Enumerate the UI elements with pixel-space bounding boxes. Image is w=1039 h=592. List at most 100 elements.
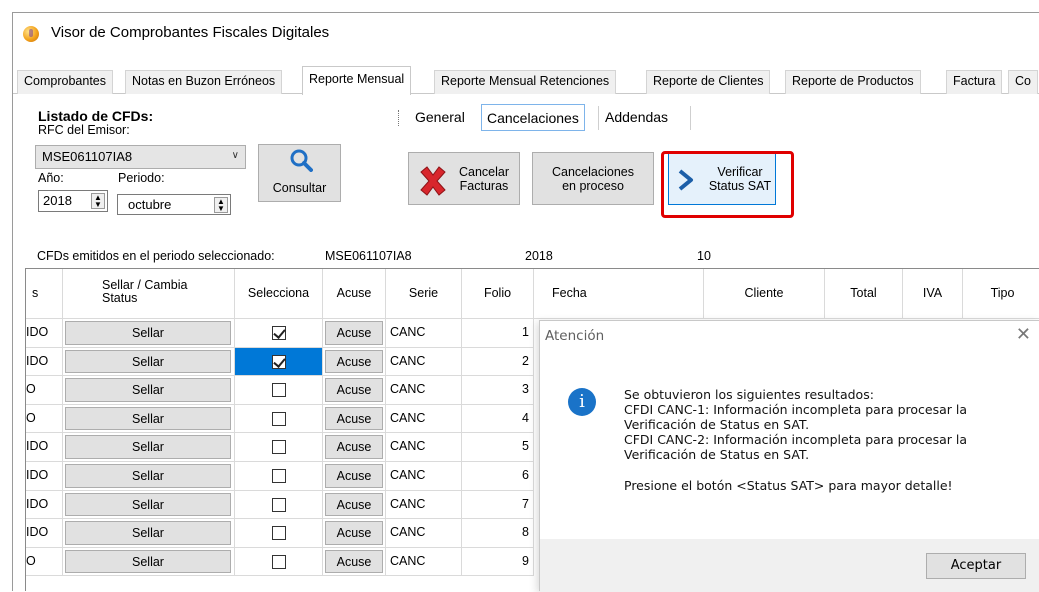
acuse-button[interactable]: Acuse	[325, 521, 383, 545]
sellar-button[interactable]: Sellar	[65, 378, 231, 402]
subtab-addendas[interactable]: Addendas	[600, 104, 673, 131]
cfd-info-label: CFDs emitidos en el periodo seleccionado…	[37, 249, 275, 263]
subtab-separator	[690, 106, 691, 130]
dialog-title: Atención	[545, 328, 605, 344]
acuse-button[interactable]: Acuse	[325, 321, 383, 345]
header-total[interactable]: Total	[825, 269, 903, 319]
acuse-button[interactable]: Acuse	[325, 406, 383, 431]
selecciona-checkbox[interactable]	[272, 383, 286, 398]
selecciona-checkbox[interactable]	[272, 526, 286, 541]
row-serie: CANC	[386, 404, 462, 434]
row-selecciona-cell	[235, 376, 323, 405]
periodo-value: octubre	[128, 197, 172, 212]
tab-reporte-mensual-retenciones[interactable]: Reporte Mensual Retenciones	[434, 70, 617, 94]
row-acuse-cell: Acuse	[323, 404, 386, 434]
row-serie: CANC	[386, 433, 462, 462]
acuse-button[interactable]: Acuse	[325, 549, 383, 574]
row-acuse-cell: Acuse	[323, 462, 386, 491]
selecciona-checkbox[interactable]	[272, 326, 286, 340]
row-sellar-cell: Sellar	[63, 404, 235, 434]
row-status: IDO	[26, 519, 63, 548]
anio-stepper[interactable]: 2018 ▲ ▼	[38, 190, 108, 212]
selecciona-checkbox[interactable]	[272, 554, 286, 569]
row-selecciona-cell	[235, 404, 323, 434]
dialog-message-line: Se obtuvieron los siguientes resultados:	[624, 387, 874, 402]
acuse-button[interactable]: Acuse	[325, 464, 383, 488]
row-selecciona-cell	[235, 462, 323, 491]
header-sellar[interactable]: Sellar / Cambia Status	[63, 269, 235, 319]
header-serie[interactable]: Serie	[386, 269, 462, 319]
tab-factura[interactable]: Factura	[946, 70, 1003, 94]
periodo-stepper[interactable]: octubre ▲ ▼	[117, 194, 231, 215]
acuse-button[interactable]: Acuse	[325, 435, 383, 459]
row-sellar-cell: Sellar	[63, 547, 235, 577]
header-tipo[interactable]: Tipo	[963, 269, 1039, 319]
header-fecha[interactable]: Fecha	[534, 269, 704, 319]
sellar-button[interactable]: Sellar	[65, 492, 231, 517]
anio-label: Año:	[38, 171, 64, 185]
selecciona-checkbox[interactable]	[272, 497, 286, 512]
selecciona-checkbox[interactable]	[272, 440, 286, 455]
cfd-info-month: 10	[697, 249, 711, 263]
row-selecciona-cell	[235, 519, 323, 548]
row-sellar-cell: Sellar	[63, 319, 235, 348]
sellar-button[interactable]: Sellar	[65, 521, 231, 545]
acuse-button[interactable]: Acuse	[325, 492, 383, 517]
tab-co[interactable]: Co	[1008, 70, 1038, 94]
window-title: Visor de Comprobantes Fiscales Digitales	[51, 24, 330, 41]
rfc-select[interactable]: MSE061107IA8 ∨	[35, 145, 246, 169]
header-cliente[interactable]: Cliente	[704, 269, 825, 319]
facturas-label: Facturas	[459, 179, 509, 193]
row-status: O	[26, 376, 63, 405]
tab-notas-buzon-erroneos[interactable]: Notas en Buzon Erróneos	[125, 70, 283, 94]
cancelaciones-en-proceso-button[interactable]: Cancelaciones en proceso	[532, 152, 654, 205]
highlight-outline	[661, 151, 794, 218]
dialog-footer: Aceptar	[540, 539, 1039, 592]
close-icon[interactable]: ✕	[1016, 324, 1031, 345]
subtab-general[interactable]: General	[410, 104, 470, 131]
header-folio[interactable]: Folio	[462, 269, 534, 319]
row-sellar-cell: Sellar	[63, 519, 235, 548]
subtab-cancelaciones[interactable]: Cancelaciones	[481, 104, 585, 131]
row-serie: CANC	[386, 347, 462, 377]
row-selecciona-cell	[235, 319, 323, 348]
dialog-message-line: Presione el botón <Status SAT> para mayo…	[624, 478, 953, 493]
selecciona-checkbox[interactable]	[272, 469, 286, 483]
consultar-button[interactable]: Consultar	[258, 144, 341, 202]
cancelaciones-label: Cancelaciones	[552, 165, 634, 179]
dialog-message-line: CFDI CANC-2: Información incompleta para…	[624, 432, 968, 447]
spinner-arrows-icon[interactable]: ▲ ▼	[214, 197, 228, 213]
sellar-button[interactable]: Sellar	[65, 321, 231, 345]
sellar-button[interactable]: Sellar	[65, 435, 231, 459]
sellar-button[interactable]: Sellar	[65, 464, 231, 488]
row-acuse-cell: Acuse	[323, 376, 386, 405]
tab-reporte-productos[interactable]: Reporte de Productos	[785, 70, 921, 94]
cancelar-facturas-button[interactable]: Cancelar Facturas	[408, 152, 520, 205]
row-acuse-cell: Acuse	[323, 547, 386, 577]
acuse-button[interactable]: Acuse	[325, 349, 383, 374]
row-folio: 2	[462, 347, 534, 377]
row-acuse-cell: Acuse	[323, 490, 386, 520]
tab-comprobantes[interactable]: Comprobantes	[17, 70, 113, 94]
chevron-down-icon: ∨	[231, 150, 239, 161]
row-serie: CANC	[386, 519, 462, 548]
header-status[interactable]: s	[26, 269, 63, 319]
header-iva[interactable]: IVA	[903, 269, 963, 319]
sellar-button[interactable]: Sellar	[65, 406, 231, 431]
header-acuse[interactable]: Acuse	[323, 269, 386, 319]
aceptar-button[interactable]: Aceptar	[926, 553, 1026, 579]
acuse-button[interactable]: Acuse	[325, 378, 383, 402]
row-folio: 3	[462, 376, 534, 405]
sellar-button[interactable]: Sellar	[65, 549, 231, 574]
tab-reporte-clientes[interactable]: Reporte de Clientes	[646, 70, 771, 94]
selecciona-checkbox[interactable]	[272, 354, 286, 369]
header-selecciona[interactable]: Selecciona	[235, 269, 323, 319]
sellar-button[interactable]: Sellar	[65, 349, 231, 374]
spinner-arrows-icon[interactable]: ▲ ▼	[91, 193, 105, 209]
row-folio: 8	[462, 519, 534, 548]
cancelar-label: Cancelar	[458, 165, 510, 179]
tab-reporte-mensual[interactable]: Reporte Mensual	[302, 66, 412, 95]
selecciona-checkbox[interactable]	[272, 411, 286, 426]
toolbar-grip-icon	[398, 110, 400, 126]
row-selecciona-cell	[235, 347, 323, 377]
